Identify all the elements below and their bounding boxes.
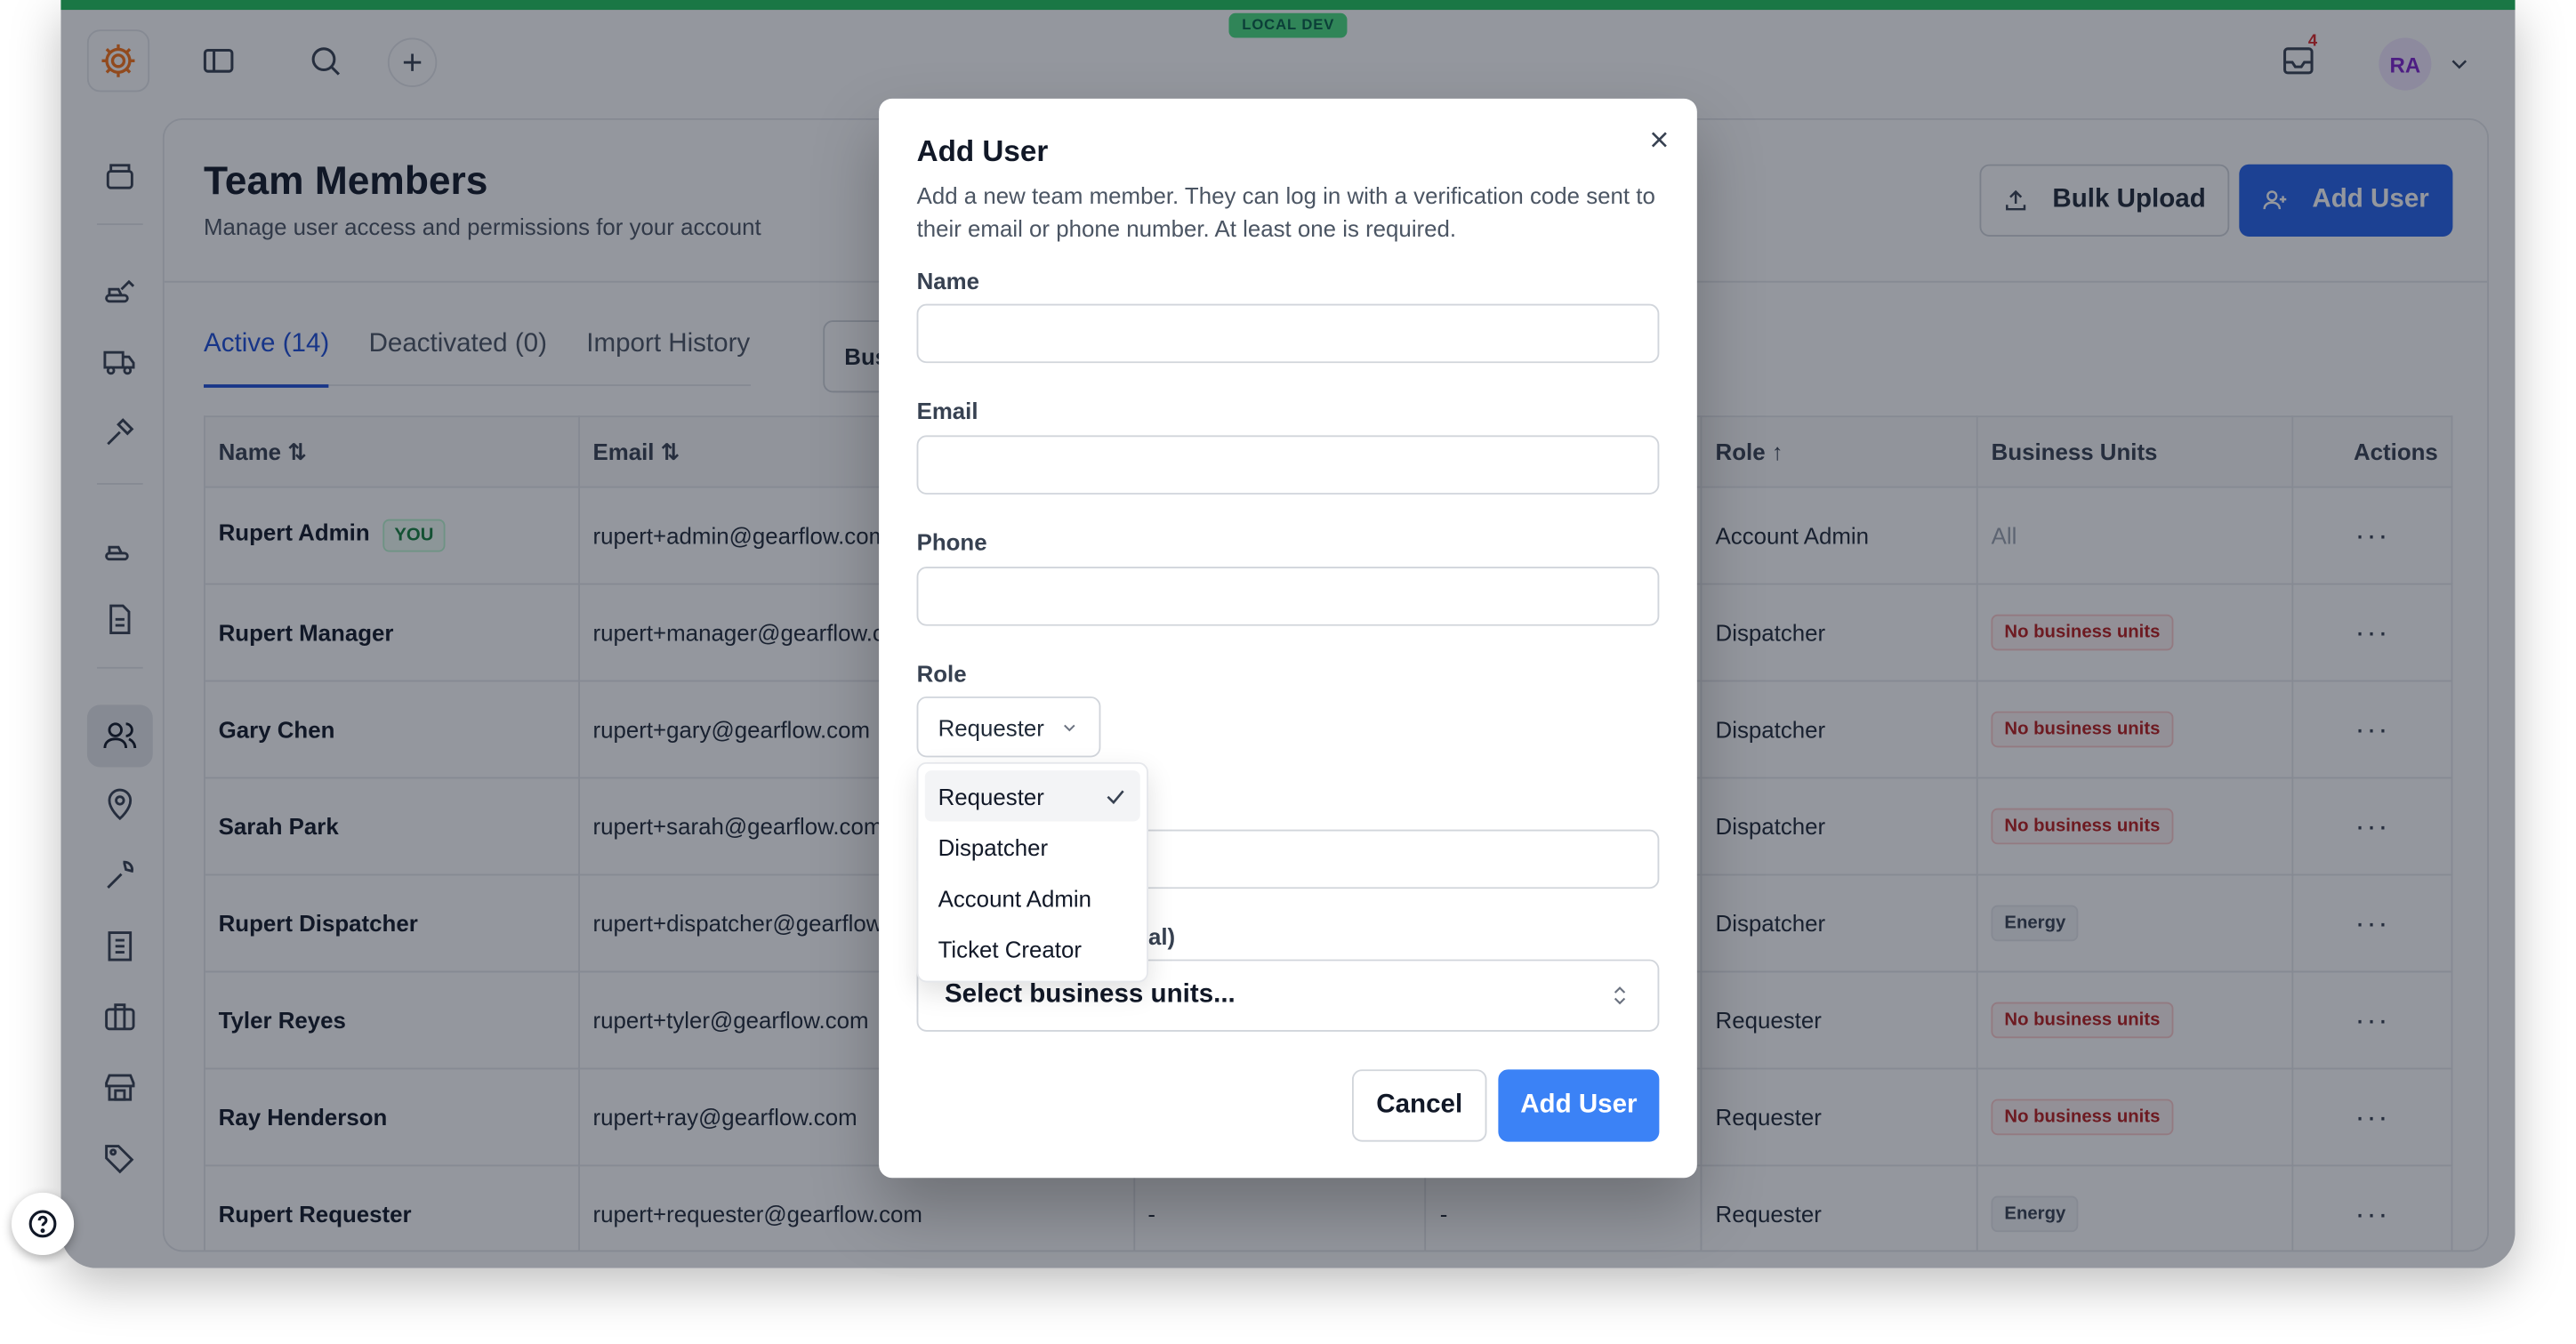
add-user-submit-button[interactable]: Add User <box>1498 1069 1660 1142</box>
chevron-up-down-icon <box>1614 986 1626 1005</box>
business-units-label: al) <box>1147 922 1176 950</box>
chevron-down-icon <box>1064 723 1075 731</box>
email-input[interactable] <box>916 435 1660 495</box>
phone-input[interactable] <box>916 567 1660 626</box>
phone-label: Phone <box>916 528 987 556</box>
business-units-placeholder: Select business units... <box>944 980 1236 1009</box>
modal-description: Add a new team member. They can log in w… <box>916 182 1655 242</box>
role-select-value: Requester <box>938 713 1044 741</box>
check-icon <box>1107 789 1124 804</box>
role-select[interactable]: Requester <box>916 696 1101 758</box>
role-option-ticket-creator[interactable]: Ticket Creator <box>925 923 1140 974</box>
role-option-dispatcher[interactable]: Dispatcher <box>925 821 1140 872</box>
role-option-requester[interactable]: Requester <box>924 770 1140 822</box>
role-option-account-admin[interactable]: Account Admin <box>925 873 1140 923</box>
close-icon[interactable] <box>1641 122 1678 158</box>
help-icon[interactable] <box>11 1192 75 1256</box>
add-user-modal: Add User Add a new team member. They can… <box>879 98 1697 1179</box>
email-label: Email <box>916 397 978 424</box>
role-label: Role <box>916 660 967 688</box>
modal-title: Add User <box>916 134 1049 168</box>
role-dropdown-menu: Requester Dispatcher Account Admin Ticke… <box>916 761 1148 983</box>
name-label: Name <box>916 268 980 294</box>
cancel-button[interactable]: Cancel <box>1351 1069 1487 1142</box>
name-input[interactable] <box>916 303 1660 364</box>
